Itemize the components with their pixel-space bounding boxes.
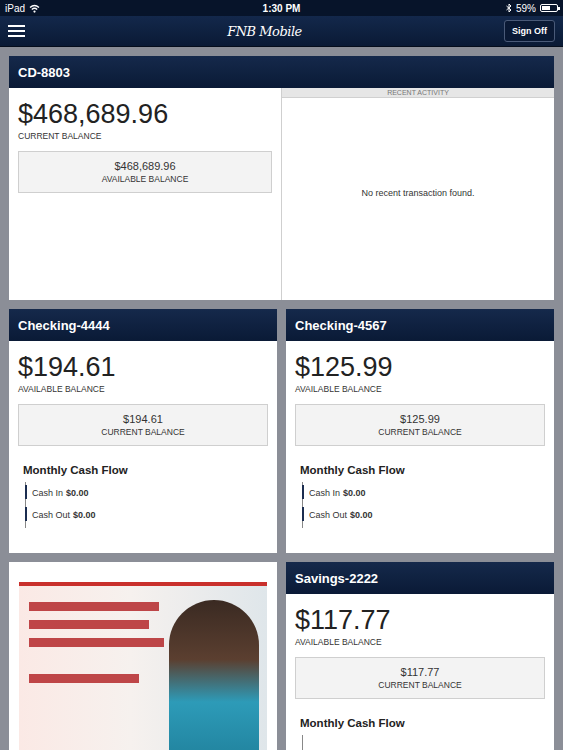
card-header: Savings-2222 bbox=[286, 562, 554, 594]
balance-amount: $125.99 bbox=[295, 351, 545, 383]
account-card[interactable]: Checking-4567$125.99AVAILABLE BALANCE$12… bbox=[286, 309, 554, 553]
secondary-label: CURRENT BALANCE bbox=[378, 427, 461, 437]
promo-image bbox=[19, 582, 267, 750]
cash-flow-row: Cash Out$0.00 bbox=[32, 510, 263, 520]
cash-flow-list bbox=[302, 735, 540, 750]
menu-icon[interactable] bbox=[8, 25, 25, 37]
battery-icon bbox=[540, 4, 558, 12]
balance-block: $194.61AVAILABLE BALANCE$194.61CURRENT B… bbox=[9, 341, 277, 446]
sign-off-button[interactable]: Sign Off bbox=[504, 20, 555, 42]
cash-flow-value: $0.00 bbox=[73, 510, 96, 520]
cash-flow-title: Monthly Cash Flow bbox=[300, 717, 540, 729]
balance: $468,689.96CURRENT BALANCE bbox=[9, 88, 281, 141]
card-body: $194.61AVAILABLE BALANCE$194.61CURRENT B… bbox=[9, 341, 277, 553]
cash-flow: Monthly Cash FlowCash In$0.00Cash Out$0.… bbox=[286, 446, 554, 528]
balance: $117.77AVAILABLE BALANCE bbox=[286, 594, 554, 647]
cash-flow-value: $0.00 bbox=[66, 488, 89, 498]
promo-text-block bbox=[29, 602, 164, 683]
secondary-amount: $125.99 bbox=[400, 413, 440, 425]
balance-label: AVAILABLE BALANCE bbox=[295, 384, 545, 394]
device-label: iPad bbox=[5, 3, 25, 14]
secondary-amount: $117.77 bbox=[401, 666, 440, 678]
account-list: CD-8803$468,689.96CURRENT BALANCE$468,68… bbox=[0, 47, 563, 750]
card-body: $468,689.96CURRENT BALANCE$468,689.96AVA… bbox=[9, 88, 554, 300]
promo-person bbox=[169, 600, 259, 750]
activity-empty: No recent transaction found. bbox=[282, 98, 554, 300]
battery-percent: 59% bbox=[516, 3, 536, 14]
balance-label: AVAILABLE BALANCE bbox=[295, 637, 545, 647]
status-bar: iPad 1:30 PM 59% bbox=[0, 0, 563, 16]
secondary-label: CURRENT BALANCE bbox=[378, 680, 461, 690]
card-header: Checking-4444 bbox=[9, 309, 277, 341]
account-card[interactable]: Savings-2222$117.77AVAILABLE BALANCE$117… bbox=[286, 562, 554, 750]
cash-flow-label: Cash In bbox=[32, 488, 63, 498]
card-body: $117.77AVAILABLE BALANCE$117.77CURRENT B… bbox=[286, 594, 554, 750]
account-card[interactable]: Checking-4444$194.61AVAILABLE BALANCE$19… bbox=[9, 309, 277, 553]
card-header: CD-8803 bbox=[9, 56, 554, 88]
balance-label: AVAILABLE BALANCE bbox=[18, 384, 268, 394]
card-header: Checking-4567 bbox=[286, 309, 554, 341]
balance: $194.61AVAILABLE BALANCE bbox=[9, 341, 277, 394]
balance-label: CURRENT BALANCE bbox=[18, 131, 272, 141]
balance-block: $125.99AVAILABLE BALANCE$125.99CURRENT B… bbox=[286, 341, 554, 446]
bluetooth-icon bbox=[506, 3, 512, 13]
cash-flow-row: Cash Out$0.00 bbox=[309, 510, 540, 520]
balance-amount: $194.61 bbox=[18, 351, 268, 383]
balance: $125.99AVAILABLE BALANCE bbox=[286, 341, 554, 394]
cash-flow-row: Cash In$0.00 bbox=[309, 488, 540, 498]
promo-banner[interactable] bbox=[9, 562, 277, 750]
secondary-balance: $194.61 CURRENT BALANCE bbox=[18, 404, 268, 446]
app-title: FNB Mobile bbox=[227, 24, 302, 39]
cash-flow: Monthly Cash FlowCash In$0.00Cash Out$0.… bbox=[9, 446, 277, 528]
clock: 1:30 PM bbox=[263, 3, 301, 14]
status-right: 59% bbox=[478, 3, 558, 14]
secondary-amount: $194.61 bbox=[123, 413, 163, 425]
status-left: iPad bbox=[5, 3, 85, 14]
balance-amount: $117.77 bbox=[295, 604, 545, 636]
balance-block: $468,689.96CURRENT BALANCE$468,689.96AVA… bbox=[9, 88, 281, 300]
secondary-balance: $117.77 CURRENT BALANCE bbox=[295, 657, 545, 699]
cash-flow-value: $0.00 bbox=[350, 510, 373, 520]
recent-activity: RECENT ACTIVITYNo recent transaction fou… bbox=[281, 88, 554, 300]
secondary-amount: $468,689.96 bbox=[114, 160, 175, 172]
cash-flow-title: Monthly Cash Flow bbox=[300, 464, 540, 476]
cash-flow-list: Cash In$0.00Cash Out$0.00 bbox=[302, 482, 540, 528]
cash-flow-list: Cash In$0.00Cash Out$0.00 bbox=[25, 482, 263, 528]
secondary-label: AVAILABLE BALANCE bbox=[102, 174, 189, 184]
activity-header: RECENT ACTIVITY bbox=[282, 88, 554, 98]
card-body: $125.99AVAILABLE BALANCE$125.99CURRENT B… bbox=[286, 341, 554, 553]
secondary-balance: $125.99 CURRENT BALANCE bbox=[295, 404, 545, 446]
cash-flow-row: Cash In$0.00 bbox=[32, 488, 263, 498]
balance-amount: $468,689.96 bbox=[18, 98, 272, 130]
nav-bar: FNB Mobile Sign Off bbox=[0, 16, 563, 47]
cash-flow: Monthly Cash Flow bbox=[286, 699, 554, 750]
secondary-balance: $468,689.96 AVAILABLE BALANCE bbox=[18, 151, 272, 193]
wifi-icon bbox=[29, 4, 40, 13]
balance-block: $117.77AVAILABLE BALANCE$117.77CURRENT B… bbox=[286, 594, 554, 699]
cash-flow-value: $0.00 bbox=[343, 488, 366, 498]
cash-flow-title: Monthly Cash Flow bbox=[23, 464, 263, 476]
account-card[interactable]: CD-8803$468,689.96CURRENT BALANCE$468,68… bbox=[9, 56, 554, 300]
battery-fill bbox=[542, 6, 550, 10]
secondary-label: CURRENT BALANCE bbox=[101, 427, 184, 437]
cash-flow-label: Cash In bbox=[309, 488, 340, 498]
cash-flow-label: Cash Out bbox=[309, 510, 347, 520]
cash-flow-label: Cash Out bbox=[32, 510, 70, 520]
